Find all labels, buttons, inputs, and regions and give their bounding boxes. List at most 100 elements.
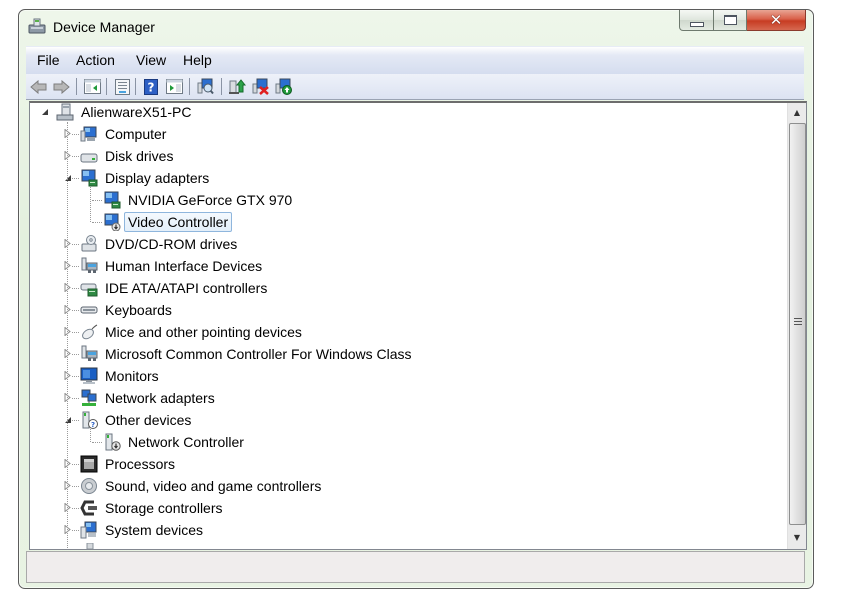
tree-node-label[interactable]: Video Controller [124,212,233,232]
tree-connector-line [72,464,79,465]
tree-node-label[interactable]: Storage controllers [101,498,227,518]
tree-node-label[interactable]: NVIDIA GeForce GTX 970 [124,190,296,210]
device-manager-window: Device Manager ✕ File Action View Help ? [18,9,814,589]
tree-category-node[interactable]: Display adapters [80,167,213,189]
tree-connector-line [72,376,79,377]
menu-action[interactable]: Action [74,52,117,68]
tree-category-node[interactable]: IDE ATA/ATAPI controllers [80,277,271,299]
minimize-button[interactable] [679,10,714,31]
tree-category-node[interactable]: ? Other devices [80,409,195,431]
tree-connector-line [72,420,79,421]
tree-connector-line [67,122,68,549]
scroll-up-button[interactable]: ▲ [788,104,806,121]
enable-device-button[interactable] [275,78,293,95]
tree-node-label[interactable]: Monitors [101,366,163,386]
menu-help[interactable]: Help [181,52,214,68]
tree-node-label[interactable]: Mice and other pointing devices [101,322,306,342]
scan-hardware-icon [197,78,214,95]
status-bar [26,551,805,583]
tree-connector-line [72,156,79,157]
tree-connector-line [92,200,102,201]
maximize-icon [723,15,737,25]
scan-for-hardware-changes-button[interactable] [196,78,214,95]
tree-category-node[interactable]: Monitors [80,365,163,387]
tree-device-node[interactable]: Video Controller [103,211,233,233]
minimize-icon [689,21,704,27]
properties-button[interactable] [113,78,131,95]
scroll-down-button[interactable]: ▼ [788,529,806,546]
close-button[interactable]: ✕ [747,10,806,31]
tree-category-node[interactable]: Human Interface Devices [80,255,266,277]
dvd-drive-icon [80,235,98,253]
monitor-icon [80,367,98,385]
update-driver-button[interactable] [228,78,246,95]
partially-visible-tree-icon [82,542,100,549]
computer-icon [80,125,98,143]
title-bar[interactable]: Device Manager ✕ [19,10,813,40]
device-manager-icon [27,17,47,35]
tree-category-node[interactable]: DVD/CD-ROM drives [80,233,241,255]
system-devices-icon [80,521,98,539]
tree-node-label[interactable]: Network adapters [101,388,219,408]
show-hide-console-tree-button[interactable] [83,78,101,95]
computer-tower-icon [56,103,74,121]
tree-category-node[interactable]: Mice and other pointing devices [80,321,306,343]
toolbar-separator [76,78,77,95]
tree-node-label[interactable]: Network Controller [124,432,248,452]
hid-icon [80,345,98,363]
forward-button[interactable] [52,78,70,95]
tree-node-label[interactable]: Sound, video and game controllers [101,476,325,496]
toolbar-separator [135,78,136,95]
tree-connector-line [92,442,102,443]
tree-connector-line [72,508,79,509]
tree-category-node[interactable]: Processors [80,453,179,475]
tree-node-label[interactable]: Disk drives [101,146,177,166]
scrollbar-thumb[interactable] [789,123,806,525]
tree-root-node[interactable]: AlienwareX51-PC [56,103,196,123]
tree-device-node[interactable]: NVIDIA GeForce GTX 970 [103,189,296,211]
tree-node-label[interactable]: DVD/CD-ROM drives [101,234,241,254]
tree-connector-line [72,354,79,355]
menu-file[interactable]: File [35,52,62,68]
tree-node-label[interactable]: System devices [101,520,207,540]
tree-category-node[interactable]: Keyboards [80,299,176,321]
back-arrow-icon [30,79,47,94]
tree-node-label[interactable]: AlienwareX51-PC [77,103,196,122]
tree-device-node[interactable]: Network Controller [103,431,248,453]
tree-node-label[interactable]: Other devices [101,410,195,430]
tree-node-label[interactable]: Microsoft Common Controller For Windows … [101,344,416,364]
collapse-arrow-icon[interactable] [40,107,49,116]
tree-node-label[interactable]: Display adapters [101,168,213,188]
tree-node-label[interactable]: Computer [101,124,170,144]
tree-node-label[interactable]: IDE ATA/ATAPI controllers [101,278,271,298]
tree-category-node[interactable]: Disk drives [80,145,177,167]
tree-category-node[interactable]: Network adapters [80,387,219,409]
properties-icon [114,78,130,95]
action-pane-icon [165,79,183,94]
tree-node-label[interactable]: Human Interface Devices [101,256,266,276]
back-button[interactable] [30,78,48,95]
tree-category-node[interactable]: Storage controllers [80,497,227,519]
grip-line [794,324,802,325]
tree-connector-line [90,429,91,442]
tree-node-label[interactable]: Keyboards [101,300,176,320]
tree-connector-line [72,266,79,267]
tree-node-label[interactable]: Processors [101,454,179,474]
display-adapter-icon [103,191,121,209]
display-adapter-warning-icon [103,213,121,232]
tree-category-node[interactable]: Sound, video and game controllers [80,475,325,497]
help-button[interactable]: ? [142,78,160,95]
vertical-scrollbar[interactable]: ▲ ▼ [787,103,806,549]
tree-connector-line [72,530,79,531]
show-hide-action-pane-button[interactable] [165,78,183,95]
disk-drive-icon [80,147,98,165]
menu-view[interactable]: View [134,52,168,68]
uninstall-button[interactable] [252,78,270,95]
tree-category-node[interactable]: System devices [80,519,207,541]
tree-connector-line [72,178,79,179]
unknown-device-warning-icon [103,433,121,451]
tree-category-node[interactable]: Computer [80,123,170,145]
maximize-button[interactable] [714,10,747,31]
tree-category-node[interactable]: Microsoft Common Controller For Windows … [80,343,416,365]
hid-icon [80,257,98,275]
